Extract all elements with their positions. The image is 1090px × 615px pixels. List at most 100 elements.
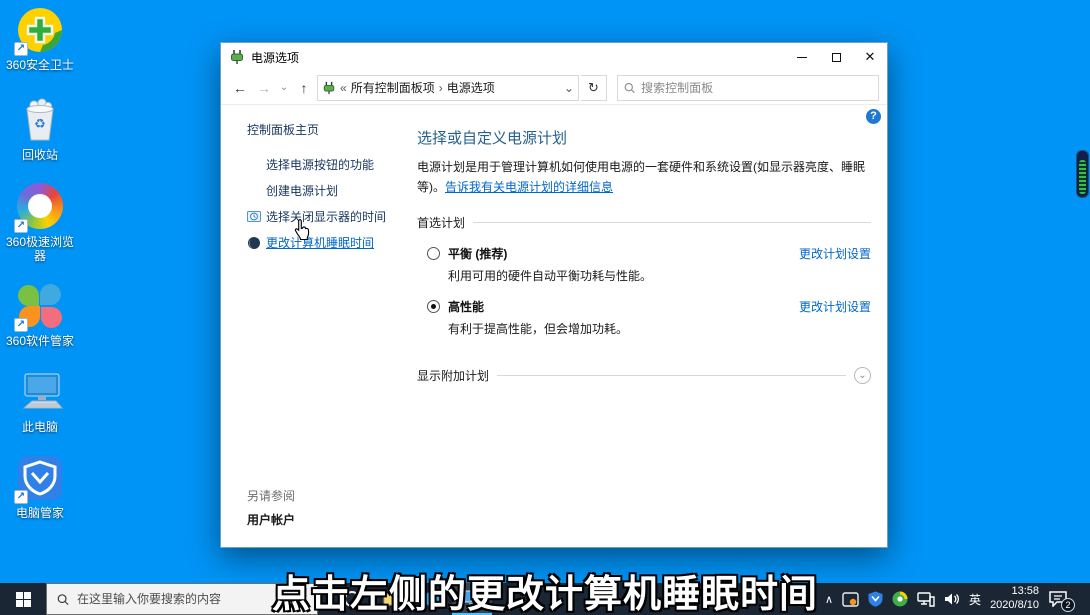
forward-icon[interactable]: → (253, 80, 275, 96)
navigation-bar: ← → ⌄ ↑ « 所有控制面板项 › 电源选项 ⌄ ↻ (221, 71, 887, 105)
refresh-button[interactable]: ↻ (581, 74, 607, 101)
plan-row-high-performance: 高性能 更改计划设置 (417, 298, 871, 315)
search-input[interactable] (641, 80, 872, 95)
desktop-icon-label: 360软件管家 (5, 334, 75, 348)
desktop-icon-360-software[interactable]: ↗ 360软件管家 (0, 282, 80, 348)
sidebar: 控制面板主页 选择电源按钮的功能 创建电源计划 选择关闭显示器的时间 更改计算机… (221, 105, 407, 546)
window-title: 电源选项 (251, 50, 300, 65)
address-dropdown-icon[interactable]: ⌄ (564, 81, 574, 95)
system-tray: ∧ 英 13:58 2020/8/10 2 (825, 583, 1090, 615)
title-bar[interactable]: 电源选项 ✕ (221, 43, 887, 71)
sidebar-item-label: 选择电源按钮的功能 (266, 158, 375, 172)
desktop-icon-label: 回收站 (21, 148, 58, 162)
sidebar-item-user-accounts[interactable]: 用户帐户 (247, 511, 295, 528)
clock[interactable]: 13:58 2020/8/10 (990, 585, 1039, 613)
svg-text:♻: ♻ (34, 116, 46, 131)
display-time-icon (247, 210, 261, 222)
network-icon[interactable] (917, 591, 935, 607)
back-icon[interactable]: ← (229, 80, 251, 96)
desktop-icon-this-pc[interactable]: 此电脑 (0, 368, 80, 434)
sleep-icon (248, 236, 260, 249)
tray-chevron-icon[interactable]: ∧ (825, 593, 833, 606)
intro-text: 电源计划是用于管理计算机如何使用电源的一套硬件和系统设置(如显示器亮度、睡眠等)… (417, 158, 871, 198)
up-icon[interactable]: ↑ (293, 80, 315, 96)
search-icon (57, 593, 69, 605)
maximize-button[interactable] (819, 43, 853, 71)
desktop: ↗ 360安全卫士 ♻ 回收站 ↗ 360极速浏览器 ↗ 360软件管家 此电脑… (0, 0, 1090, 615)
volume-icon[interactable] (944, 592, 960, 606)
sidebar-item-label: 更改计算机睡眠时间 (266, 236, 375, 250)
change-plan-settings-link[interactable]: 更改计划设置 (799, 298, 871, 315)
learn-more-link[interactable]: 告诉我有关电源计划的详细信息 (445, 180, 613, 194)
plan-description: 利用可用的硬件自动平衡功耗与性能。 (448, 268, 653, 283)
balanced-radio[interactable] (427, 246, 440, 260)
power-options-window: 电源选项 ✕ ← → ⌄ ↑ « 所有控制面板项 › 电源选项 ⌄ ↻ 搜索控制… (220, 42, 888, 548)
360-safe-icon: ↗ (14, 6, 64, 56)
high-performance-radio[interactable] (427, 299, 440, 313)
recycle-bin-icon: ♻ (16, 96, 64, 144)
sidebar-item-control-panel-home[interactable]: 控制面板主页 (247, 121, 407, 138)
search-icon (624, 82, 635, 93)
shortcut-arrow-icon: ↗ (14, 490, 28, 504)
shortcut-arrow-icon: ↗ (14, 219, 28, 233)
start-button[interactable] (0, 583, 46, 615)
plan-description: 有利于提高性能，但会增加功耗。 (448, 321, 629, 336)
sidebar-item-change-sleep-time[interactable]: 更改计算机睡眠时间 (247, 234, 407, 251)
desktop-icon-360-safe[interactable]: ↗ 360安全卫士 (0, 6, 80, 72)
power-options-icon (323, 81, 335, 94)
tray-time: 13:58 (1011, 585, 1039, 598)
desktop-icon-label: 360极速浏览器 (5, 235, 75, 264)
action-center-icon[interactable]: 2 (1048, 590, 1075, 612)
desktop-icon-pc-manager[interactable]: ↗ 电脑管家 (0, 454, 80, 520)
address-bar[interactable]: « 所有控制面板项 › 电源选项 ⌄ (317, 74, 579, 101)
shortcut-arrow-icon: ↗ (14, 318, 28, 332)
360-software-manager-icon: ↗ (14, 282, 64, 332)
360-browser-icon: ↗ (14, 183, 64, 233)
screenshot-tray-icon[interactable] (842, 591, 859, 607)
minimize-button[interactable] (785, 43, 819, 71)
plan-name[interactable]: 平衡 (推荐) (448, 245, 799, 262)
close-button[interactable]: ✕ (853, 43, 887, 71)
pc-manager-icon: ↗ (14, 454, 64, 504)
breadcrumb-item-all-control-panel[interactable]: 所有控制面板项 (351, 79, 435, 96)
plan-name[interactable]: 高性能 (448, 298, 799, 315)
control-panel-search[interactable] (617, 74, 879, 101)
section-divider (473, 221, 871, 223)
power-options-icon (231, 50, 243, 64)
ime-indicator[interactable]: 英 (969, 591, 981, 608)
main-content: ? 选择或自定义电源计划 电源计划是用于管理计算机如何使用电源的一套硬件和系统设… (407, 105, 887, 546)
additional-plans-section: 显示附加计划 ⌄ (417, 366, 871, 384)
sidebar-item-label: 选择关闭显示器的时间 (266, 210, 387, 224)
help-icon[interactable]: ? (866, 109, 881, 124)
section-divider (497, 374, 846, 376)
sidebar-item-display-off-time[interactable]: 选择关闭显示器的时间 (247, 208, 407, 225)
breadcrumb-collapse[interactable]: « (340, 81, 347, 95)
see-also-heading: 另请参阅 (247, 489, 296, 503)
tray-date: 2020/8/10 (990, 599, 1039, 611)
preferred-plans-section: 首选计划 (417, 214, 871, 231)
history-dropdown-icon[interactable]: ⌄ (277, 82, 291, 93)
desktop-icon-360-browser[interactable]: ↗ 360极速浏览器 (0, 182, 80, 264)
breadcrumb-item-power-options[interactable]: 电源选项 (447, 79, 495, 96)
subtitle-overlay: 点击左侧的更改计算机睡眠时间 (271, 573, 819, 615)
360-tray-icon[interactable] (892, 591, 908, 607)
this-pc-icon (16, 368, 64, 416)
windows-logo-icon (15, 591, 31, 607)
desktop-icon-label: 此电脑 (21, 420, 58, 434)
sidebar-item-power-buttons[interactable]: 选择电源按钮的功能 (247, 156, 407, 173)
pc-manager-tray-icon[interactable] (868, 591, 883, 607)
page-title: 选择或自定义电源计划 (417, 130, 568, 147)
plan-row-balanced: 平衡 (推荐) 更改计划设置 (417, 245, 871, 262)
mouse-cursor-hand (294, 218, 310, 241)
sidebar-item-label: 创建电源计划 (266, 184, 339, 198)
notification-badge: 2 (1061, 598, 1075, 612)
sidebar-item-create-plan[interactable]: 创建电源计划 (247, 182, 407, 199)
desktop-icon-recycle-bin[interactable]: ♻ 回收站 (0, 96, 80, 162)
expand-additional-plans-icon[interactable]: ⌄ (854, 366, 871, 384)
breadcrumb-separator-icon: › (438, 80, 443, 95)
desktop-icon-label: 电脑管家 (15, 506, 64, 520)
change-plan-settings-link[interactable]: 更改计划设置 (799, 245, 871, 262)
shortcut-arrow-icon: ↗ (14, 42, 28, 56)
desktop-icon-label: 360安全卫士 (5, 58, 75, 72)
edge-battery-widget[interactable] (1076, 150, 1089, 198)
